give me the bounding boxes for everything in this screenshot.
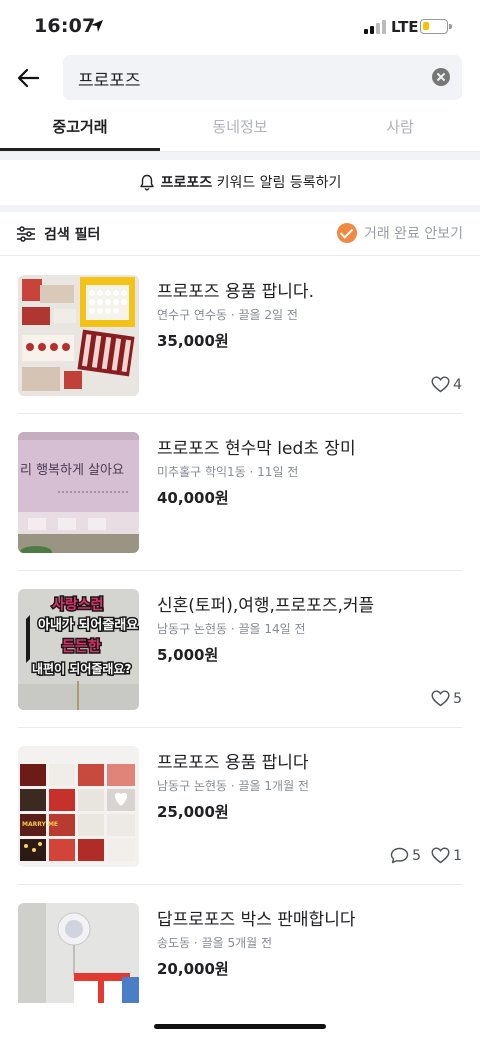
alert-text: 키워드 알림 등록하기 xyxy=(212,175,342,191)
topper-line-1: 사랑스런 xyxy=(52,596,104,613)
filter-bar: 검색 필터 거래 완료 안보기 xyxy=(0,212,480,256)
check-icon xyxy=(336,223,357,243)
item-title: 프로포즈 용품 팝니다 xyxy=(157,753,309,773)
list-item[interactable]: MARRY ME 프로포즈 용품 팝니다 남동구 논현동 · 끌올 1개월 전 … xyxy=(0,728,480,885)
search-tabs: 중고거래 동네정보 사람 xyxy=(0,104,480,152)
item-thumbnail: MARRY ME xyxy=(18,746,139,867)
heart-icon xyxy=(431,376,450,393)
tab-local-info[interactable]: 동네정보 xyxy=(160,116,320,137)
item-price: 20,000원 xyxy=(157,960,229,978)
active-tab-indicator xyxy=(0,148,160,151)
tab-people[interactable]: 사람 xyxy=(320,116,480,137)
item-thumbnail xyxy=(18,275,139,396)
battery-icon xyxy=(420,19,448,34)
item-title: 신혼(토퍼),여행,프로포즈,커플 xyxy=(157,596,375,616)
item-title: 프로포즈 현수막 led초 장미 xyxy=(157,439,356,459)
likes-count: 4 xyxy=(453,376,462,393)
search-query[interactable]: 프로포즈 xyxy=(78,66,141,91)
signal-icon xyxy=(364,20,386,34)
item-thumbnail: 사랑스런 아내가 되어줄래요 든든한 내편이 되어줄래요? xyxy=(18,589,139,710)
battery-nub xyxy=(449,24,452,29)
item-meta: 남동구 논현동 · 끌올 14일 전 xyxy=(157,622,306,636)
item-stats: 5 1 xyxy=(390,847,462,864)
chat-bubble-icon xyxy=(390,847,409,864)
item-price: 40,000원 xyxy=(157,489,229,507)
topper-line-4: 내편이 되어줄래요? xyxy=(32,661,131,676)
section-divider xyxy=(0,152,480,160)
likes-stat: 1 xyxy=(431,847,462,864)
item-stats: 4 xyxy=(431,376,462,393)
list-item[interactable]: 프로포즈 용품 팝니다. 연수구 연수동 · 끌올 2일 전 35,000원 4 xyxy=(0,257,480,414)
item-stats: 5 xyxy=(431,690,462,707)
likes-count: 5 xyxy=(453,690,462,707)
item-meta: 송도동 · 끌올 5개월 전 xyxy=(157,936,273,950)
battery-level xyxy=(423,22,429,30)
item-price: 25,000원 xyxy=(157,803,229,821)
heart-icon xyxy=(431,847,450,864)
item-meta: 남동구 논현동 · 끌올 1개월 전 xyxy=(157,779,309,793)
status-bar: 16:07 LTE xyxy=(0,0,480,54)
filter-label: 검색 필터 xyxy=(44,227,101,243)
keyword-alert-banner[interactable]: 프로포즈 키워드 알림 등록하기 xyxy=(0,160,480,205)
item-meta: 연수구 연수동 · 끌올 2일 전 xyxy=(157,308,298,322)
bell-icon xyxy=(139,174,154,191)
collage-text: MARRY ME xyxy=(22,821,58,828)
item-thumbnail: 리 행복하게 살아요 xyxy=(18,432,139,553)
search-filter-button[interactable]: 검색 필터 xyxy=(17,224,100,244)
status-time: 16:07 xyxy=(34,15,96,37)
search-header: 프로포즈 xyxy=(0,55,480,101)
heart-icon xyxy=(431,690,450,707)
hide-completed-toggle[interactable]: 거래 완료 안보기 xyxy=(336,223,463,243)
list-item[interactable]: 리 행복하게 살아요 프로포즈 현수막 led초 장미 미추홀구 학익1동 · … xyxy=(0,414,480,571)
section-divider xyxy=(0,205,480,212)
chats-count: 5 xyxy=(412,847,422,864)
search-input[interactable]: 프로포즈 xyxy=(63,55,462,100)
topper-line-2: 아내가 되어줄래요 xyxy=(38,617,138,633)
filter-sliders-icon xyxy=(17,226,35,242)
back-arrow-icon[interactable] xyxy=(16,65,42,91)
network-type: LTE xyxy=(391,18,419,36)
list-item[interactable]: 답프로포즈 박스 판매합니다 송도동 · 끌올 5개월 전 20,000원 xyxy=(0,885,480,1005)
banner-text: 리 행복하게 살아요 xyxy=(20,462,124,478)
home-indicator[interactable] xyxy=(154,1024,326,1029)
item-title: 프로포즈 용품 팝니다. xyxy=(157,282,314,302)
item-thumbnail xyxy=(18,903,139,1003)
likes-count: 1 xyxy=(453,847,462,864)
likes-stat: 5 xyxy=(431,690,462,707)
clear-search-icon[interactable] xyxy=(432,68,450,86)
hide-completed-label: 거래 완료 안보기 xyxy=(363,226,463,242)
likes-stat: 4 xyxy=(431,376,462,393)
topper-line-3: 든든한 xyxy=(62,639,101,655)
location-arrow-icon xyxy=(91,20,103,32)
list-item[interactable]: 사랑스런 아내가 되어줄래요 든든한 내편이 되어줄래요? 신혼(토퍼),여행,… xyxy=(0,571,480,728)
alert-keyword: 프로포즈 xyxy=(160,175,213,191)
item-title: 답프로포즈 박스 판매합니다 xyxy=(157,910,356,930)
item-price: 5,000원 xyxy=(157,646,219,664)
item-price: 35,000원 xyxy=(157,332,229,350)
tab-used-trade[interactable]: 중고거래 xyxy=(0,116,160,137)
item-meta: 미추홀구 학익1동 · 11일 전 xyxy=(157,465,299,479)
chats-stat: 5 xyxy=(390,847,421,864)
